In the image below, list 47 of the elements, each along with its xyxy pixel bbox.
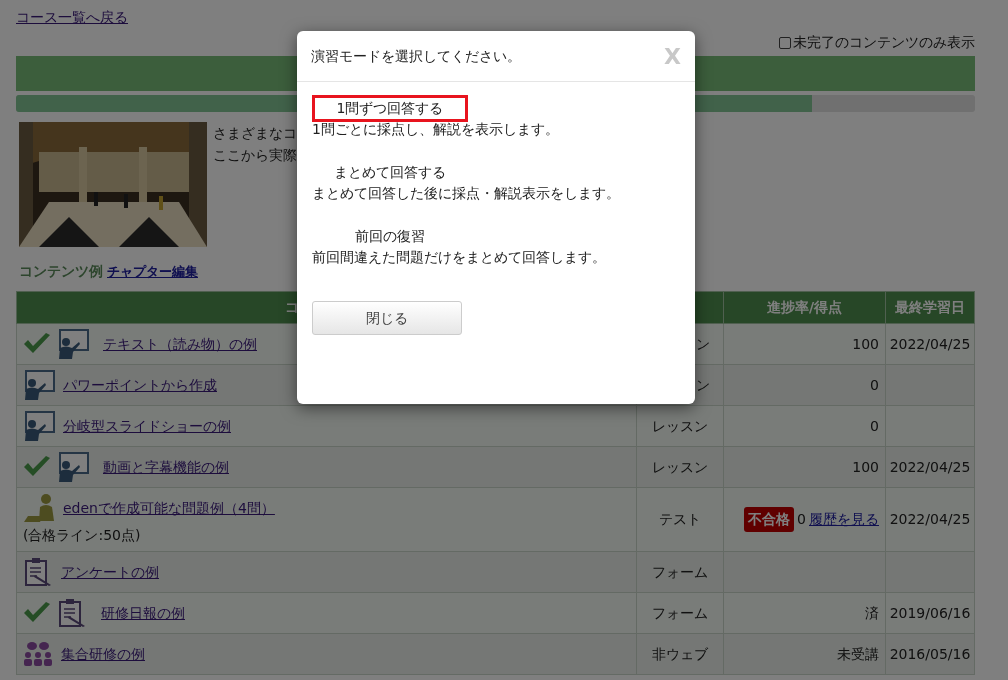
table-cell-text: 0 xyxy=(797,510,806,529)
content-link[interactable]: テキスト（読み物）の例 xyxy=(103,333,257,355)
table-cell-text: 0 xyxy=(870,375,879,395)
column-header: 最終学習日 xyxy=(885,291,975,324)
table-cell: 2019/06/16 xyxy=(889,604,971,621)
table-cell-text: 済 xyxy=(865,603,879,623)
back-link[interactable]: コース一覧へ戻る xyxy=(16,9,128,25)
mode-button[interactable]: まとめて回答する xyxy=(315,162,465,183)
content-link[interactable]: 研修日報の例 xyxy=(101,602,185,624)
content-link[interactable]: パワーポイントから作成 xyxy=(63,374,217,396)
column-header: 進捗率/得点 xyxy=(723,291,886,324)
table-cell: 2022/04/25 xyxy=(889,458,971,475)
mode-description: 1問ごとに採点し、解説を表示します。 xyxy=(312,120,560,139)
table-cell-text: 0 xyxy=(870,416,879,436)
mode-button[interactable]: 1問ずつ回答する xyxy=(315,98,465,119)
table-cell: フォーム xyxy=(652,604,708,621)
table-cell: レッスン xyxy=(652,417,708,434)
table-cell: 非ウェブ xyxy=(652,645,708,662)
history-link[interactable]: 履歴を見る xyxy=(809,509,879,530)
table-cell: 2022/04/25 xyxy=(889,335,971,352)
fail-badge: 不合格 xyxy=(744,507,795,532)
dialog-title: 演習モードを選択してください。 xyxy=(311,46,521,66)
table-cell: 2016/05/16 xyxy=(889,645,971,662)
intro-text: さまざまなコ xyxy=(213,124,297,143)
content-link[interactable]: アンケートの例 xyxy=(61,561,159,583)
chapter-edit-link[interactable]: チャプター編集 xyxy=(107,262,198,282)
content-link[interactable]: edenで作成可能な問題例（4問） xyxy=(63,497,275,519)
section-title: コンテンツ例 xyxy=(19,262,103,281)
table-cell: レッスン xyxy=(652,458,708,475)
pass-line-note: (合格ライン:50点) xyxy=(23,526,142,545)
table-cell-text: 未受講 xyxy=(837,644,879,664)
filter-label: 未完了のコンテンツのみ表示 xyxy=(793,33,975,52)
table-cell: フォーム xyxy=(652,563,708,580)
table-cell-text: 100 xyxy=(852,457,879,477)
content-link[interactable]: 集合研修の例 xyxy=(61,643,145,665)
table-cell: ン xyxy=(696,376,710,393)
close-dialog-button[interactable]: 閉じる xyxy=(312,301,462,335)
table-cell-text: 100 xyxy=(852,334,879,354)
content-link[interactable]: 動画と字幕機能の例 xyxy=(103,456,229,478)
table-cell: 2022/04/25 xyxy=(889,511,971,527)
table-cell: ン xyxy=(696,335,710,352)
mode-button[interactable]: 前回の復習 xyxy=(315,226,465,247)
mode-description: 前回間違えた問題だけをまとめて回答します。 xyxy=(312,248,607,267)
table-cell: テスト xyxy=(659,511,701,527)
mode-description: まとめて回答した後に採点・解説表示をします。 xyxy=(312,184,621,203)
intro-text: ここから実際 xyxy=(213,146,297,165)
content-link[interactable]: 分岐型スライドショーの例 xyxy=(63,415,231,437)
